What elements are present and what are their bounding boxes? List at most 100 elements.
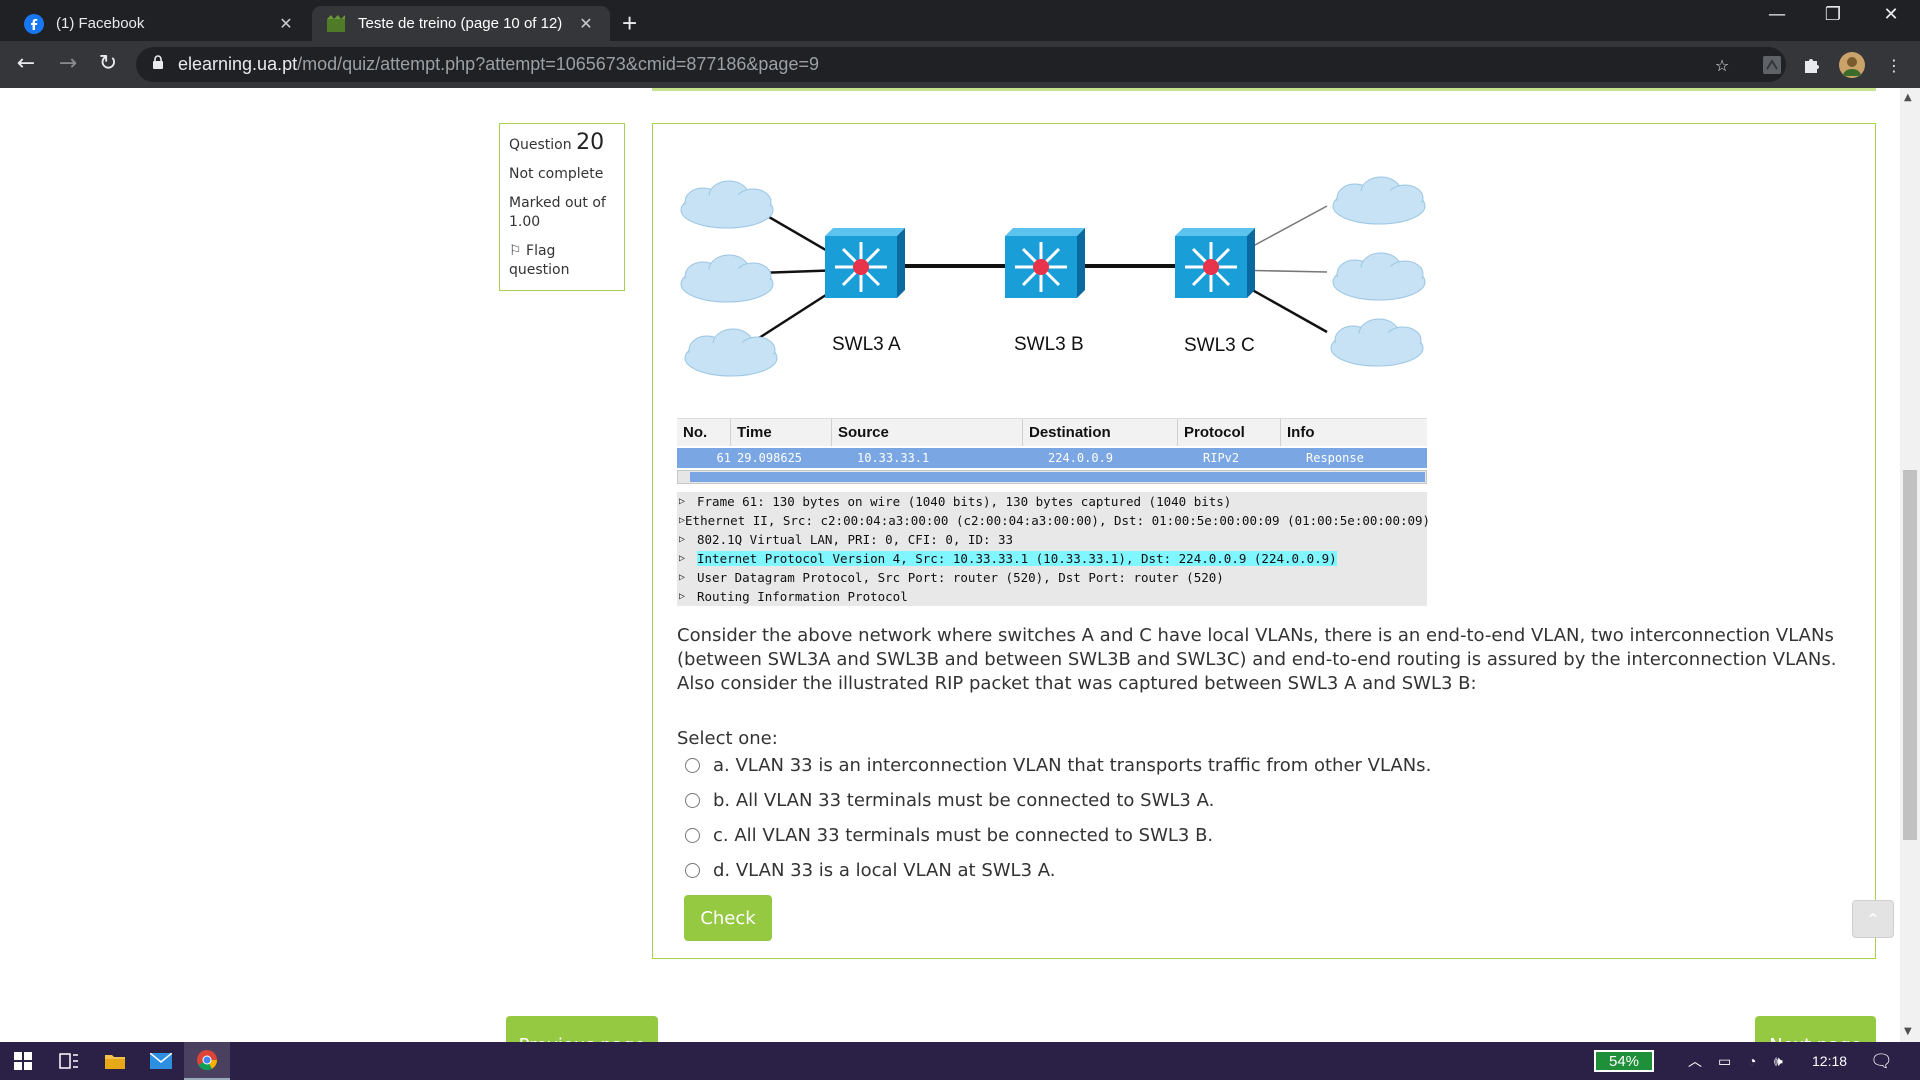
wifi-icon[interactable]: ◔ [1748, 1042, 1756, 1080]
flag-icon: ⚐ [509, 243, 522, 259]
profile-avatar[interactable] [1838, 51, 1866, 79]
tray-chevron-icon[interactable]: ︿ [1688, 1042, 1702, 1080]
taskbar: 54% ︿ ▭ ◔ 🕪 12:18 🗨 [0, 1042, 1920, 1080]
back-to-top-button[interactable]: ⌃ [1852, 900, 1894, 938]
pdf-extension-icon[interactable] [1758, 51, 1786, 79]
menu-dots-icon[interactable]: ⋮ [1880, 51, 1908, 79]
page-scrollbar[interactable]: ▲ ▼ [1900, 88, 1920, 1042]
radio-button[interactable] [685, 863, 700, 878]
option-label: c. All VLAN 33 terminals must be connect… [713, 825, 1214, 846]
lock-icon [152, 54, 164, 75]
col-source: Source [832, 419, 1023, 446]
flag-question-link[interactable]: ⚐ Flag question [509, 242, 615, 280]
switch-label-c: SWL3 C [1184, 335, 1255, 356]
option-label: d. VLAN 33 is a local VLAN at SWL3 A. [713, 860, 1056, 881]
question-number-value: 20 [576, 130, 605, 155]
clock[interactable]: 12:18 [1812, 1042, 1847, 1080]
new-tab-button[interactable]: + [622, 8, 637, 39]
mail-icon[interactable] [138, 1042, 184, 1080]
network-diagram: SWL3 A SWL3 B SWL3 C [677, 166, 1437, 396]
previous-page-button[interactable]: Previous page [506, 1016, 658, 1042]
network-diagram-svg [680, 176, 1426, 377]
tab-facebook[interactable]: (1) Facebook ✕ [10, 6, 310, 41]
windows-start-icon[interactable] [0, 1042, 46, 1080]
expand-triangle-icon: ▷ [679, 591, 686, 602]
extensions-puzzle-icon[interactable] [1798, 51, 1826, 79]
cell-no: 61 [716, 451, 731, 465]
forward-icon[interactable]: → [52, 47, 84, 79]
question-status: Not complete [509, 166, 604, 182]
expand-triangle-icon: ▷ [679, 553, 686, 564]
capture-row[interactable]: 61 29.098625 10.33.33.1 224.0.0.9 RIPv2 … [677, 448, 1427, 468]
detail-text: User Datagram Protocol, Src Port: router… [697, 570, 1224, 585]
divider [652, 88, 1876, 91]
battery-icon[interactable]: ▭ [1718, 1042, 1731, 1080]
address-bar[interactable]: elearning.ua.pt/mod/quiz/attempt.php?att… [136, 47, 1786, 82]
packet-capture: No. Time Source Destination Protocol Inf… [677, 418, 1431, 606]
cell-time: 29.098625 [737, 451, 803, 465]
detail-text: Routing Information Protocol [697, 589, 908, 604]
col-protocol: Protocol [1178, 419, 1281, 446]
detail-udp[interactable]: ▷ User Datagram Protocol, Src Port: route… [677, 568, 1427, 587]
scroll-up-icon[interactable]: ▲ [1904, 92, 1912, 103]
capture-header: No. Time Source Destination Protocol Inf… [677, 418, 1427, 446]
col-time: Time [731, 419, 832, 446]
file-explorer-icon[interactable] [92, 1042, 138, 1080]
radio-button[interactable] [685, 793, 700, 808]
close-window-icon[interactable]: ✕ [1868, 4, 1914, 25]
col-no: No. [677, 419, 731, 446]
question-text: Consider the above network where switche… [677, 625, 1837, 694]
scrollbar-thumb[interactable] [1903, 470, 1917, 840]
packet-details: ▷ Frame 61: 130 bytes on wire (1040 bits)… [677, 492, 1431, 606]
expand-triangle-icon: ▷ [679, 534, 686, 545]
detail-ipv4[interactable]: ▷ Internet Protocol Version 4, Src: 10.33… [677, 549, 1427, 568]
minimize-icon[interactable]: — [1754, 4, 1800, 25]
option-b[interactable]: b. All VLAN 33 terminals must be connect… [685, 790, 1214, 811]
volume-icon[interactable]: 🕪 [1774, 1042, 1783, 1080]
radio-button[interactable] [685, 758, 700, 773]
question-info-box: Question 20 Not complete Marked out of 1… [499, 123, 625, 291]
col-destination: Destination [1023, 419, 1178, 446]
select-one-label: Select one: [677, 728, 778, 749]
close-icon[interactable]: ✕ [276, 14, 296, 34]
option-d[interactable]: d. VLAN 33 is a local VLAN at SWL3 A. [685, 860, 1055, 881]
detail-text: 802.1Q Virtual LAN, PRI: 0, CFI: 0, ID: … [697, 532, 1014, 547]
cell-source: 10.33.33.1 [857, 451, 930, 465]
tab-strip: (1) Facebook ✕ Teste de treino (page 10 … [0, 0, 1920, 41]
tab-quiz[interactable]: Teste de treino (page 10 of 12) ✕ [312, 6, 610, 41]
cell-protocol: RIPv2 [1203, 451, 1240, 465]
restore-icon[interactable]: ❐ [1810, 4, 1856, 25]
detail-text: Frame 61: 130 bytes on wire (1040 bits),… [697, 494, 1232, 509]
detail-rip[interactable]: ▷ Routing Information Protocol [677, 587, 1427, 606]
tab-label: (1) Facebook [56, 15, 145, 32]
scroll-down-icon[interactable]: ▼ [1904, 1026, 1912, 1037]
question-word: Question [509, 137, 572, 153]
task-view-icon[interactable] [46, 1042, 92, 1080]
back-icon[interactable]: ← [10, 47, 42, 79]
page-content: Question 20 Not complete Marked out of 1… [0, 88, 1900, 1042]
detail-vlan[interactable]: ▷ 802.1Q Virtual LAN, PRI: 0, CFI: 0, ID:… [677, 530, 1427, 549]
question-content: SWL3 A SWL3 B SWL3 C No. Time Source Des… [652, 123, 1876, 959]
reload-icon[interactable]: ↻ [92, 47, 124, 79]
question-number: Question 20 [509, 130, 615, 155]
detail-frame[interactable]: ▷ Frame 61: 130 bytes on wire (1040 bits)… [677, 492, 1427, 511]
check-button[interactable]: Check [684, 895, 772, 941]
radio-button[interactable] [685, 828, 700, 843]
detail-ethernet[interactable]: ▷ Ethernet II, Src: c2:00:04:a3:00:00 (c2… [677, 511, 1431, 530]
question-marks: Marked out of 1.00 [509, 195, 606, 230]
browser-toolbar: ← → ↻ elearning.ua.pt/mod/quiz/attempt.p… [0, 41, 1920, 88]
detail-text: Internet Protocol Version 4, Src: 10.33.… [697, 551, 1337, 566]
option-a[interactable]: a. VLAN 33 is an interconnection VLAN th… [685, 755, 1431, 776]
close-icon[interactable]: ✕ [576, 14, 596, 34]
bookmark-star-icon[interactable]: ☆ [1708, 51, 1736, 79]
facebook-icon [24, 13, 44, 34]
url-host: elearning.ua.pt [178, 54, 298, 74]
capture-hscrollbar[interactable] [677, 470, 1427, 484]
option-label: a. VLAN 33 is an interconnection VLAN th… [713, 755, 1432, 776]
chrome-icon[interactable] [184, 1042, 230, 1080]
next-page-button[interactable]: Next page [1755, 1016, 1876, 1042]
option-c[interactable]: c. All VLAN 33 terminals must be connect… [685, 825, 1213, 846]
notifications-icon[interactable]: 🗨 [1870, 1042, 1893, 1080]
detail-text: Ethernet II, Src: c2:00:04:a3:00:00 (c2:… [685, 513, 1431, 528]
switch-label-a: SWL3 A [832, 334, 901, 355]
